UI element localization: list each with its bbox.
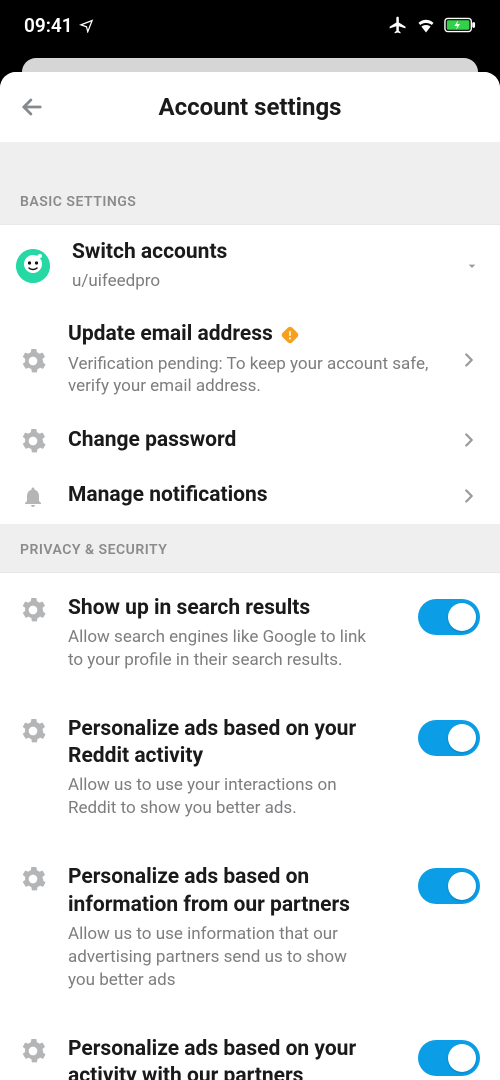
ads-reddit-activity-toggle[interactable] — [418, 720, 480, 756]
update-email-title: Update email address — [68, 321, 273, 348]
back-arrow-icon — [18, 93, 46, 121]
chevron-right-icon — [458, 349, 480, 371]
ads-partners-toggle[interactable] — [418, 868, 480, 904]
update-email-sub: Verification pending: To keep your accou… — [68, 353, 436, 399]
ads-partners-row: Personalize ads based on information fro… — [0, 842, 500, 1013]
change-password-title: Change password — [68, 427, 436, 454]
search-results-row: Show up in search results Allow search e… — [0, 573, 500, 694]
ads-partners-sub: Allow us to use information that our adv… — [68, 923, 378, 992]
content-scroll[interactable]: BASIC SETTINGS Switch accounts u/uifeedp… — [0, 142, 500, 1080]
manage-notifications-title: Manage notifications — [68, 482, 436, 509]
ads-partners-title: Personalize ads based on information fro… — [68, 864, 390, 919]
gear-icon — [20, 866, 46, 892]
status-time: 09:41 — [24, 14, 73, 37]
location-icon — [79, 18, 94, 33]
ads-partner-activity-toggle[interactable] — [418, 1040, 480, 1076]
back-button[interactable] — [14, 89, 50, 125]
chevron-right-icon — [458, 429, 480, 451]
gear-icon — [20, 597, 46, 623]
ads-reddit-activity-title: Personalize ads based on your Reddit act… — [68, 716, 390, 771]
ads-reddit-activity-row: Personalize ads based on your Reddit act… — [0, 694, 500, 842]
chevron-right-icon — [458, 485, 480, 507]
section-header-basic: BASIC SETTINGS — [0, 142, 500, 224]
search-results-toggle[interactable] — [418, 599, 480, 635]
gear-icon — [20, 1038, 46, 1064]
manage-notifications-row[interactable]: Manage notifications — [0, 468, 500, 523]
warning-icon — [281, 326, 299, 344]
status-bar: 09:41 — [0, 0, 500, 50]
search-results-title: Show up in search results — [68, 595, 390, 622]
bell-icon — [21, 485, 45, 509]
header: Account settings — [0, 72, 500, 142]
settings-sheet: Account settings BASIC SETTINGS Switch a… — [0, 72, 500, 1080]
switch-accounts-sub: u/uifeedpro — [72, 270, 442, 293]
change-password-row[interactable]: Change password — [0, 412, 500, 468]
ads-partner-activity-row: Personalize ads based on your activity w… — [0, 1014, 500, 1080]
avatar — [16, 249, 50, 283]
gear-icon — [20, 718, 46, 744]
section-header-privacy: PRIVACY & SECURITY — [0, 524, 500, 572]
gear-icon — [20, 428, 46, 454]
page-title: Account settings — [158, 93, 341, 121]
airplane-icon — [388, 15, 408, 35]
wifi-icon — [416, 17, 436, 33]
ads-reddit-activity-sub: Allow us to use your interactions on Red… — [68, 774, 378, 820]
caret-down-icon — [464, 258, 480, 274]
switch-accounts-title: Switch accounts — [72, 239, 442, 266]
switch-accounts-row[interactable]: Switch accounts u/uifeedpro — [0, 225, 500, 307]
update-email-row[interactable]: Update email address Verification pendin… — [0, 307, 500, 412]
gear-icon — [20, 348, 46, 374]
ads-partner-activity-title: Personalize ads based on your activity w… — [68, 1036, 390, 1080]
battery-icon — [444, 17, 476, 33]
search-results-sub: Allow search engines like Google to link… — [68, 626, 378, 672]
